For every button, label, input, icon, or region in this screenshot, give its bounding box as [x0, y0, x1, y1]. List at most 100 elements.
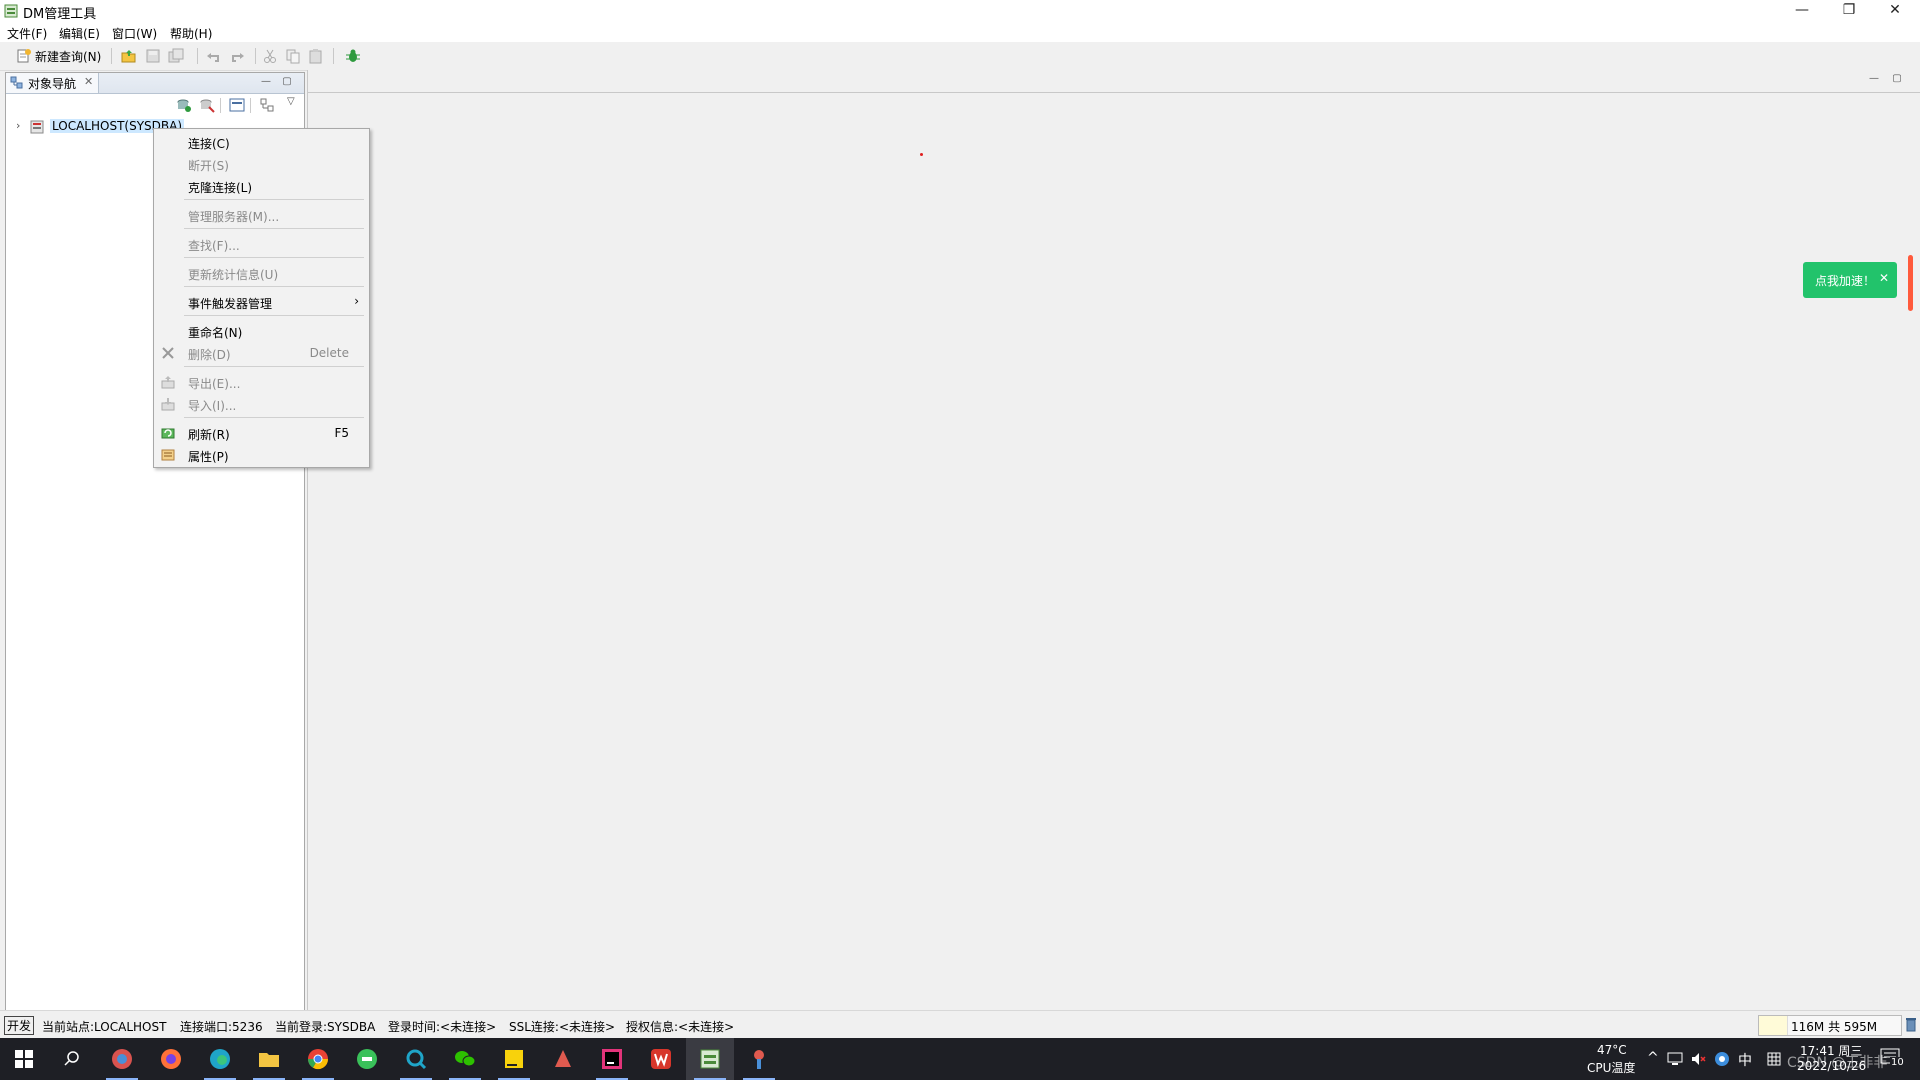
menu-window[interactable]: 窗口(W): [112, 25, 157, 42]
menu-item-import[interactable]: 导入(I)...: [154, 393, 369, 415]
memory-indicator[interactable]: 116M 共 595M: [1758, 1015, 1902, 1036]
volume-muted-icon[interactable]: [1690, 1051, 1706, 1067]
menu-item-event-trigger-manage[interactable]: 事件触发器管理 ›: [154, 291, 369, 313]
chrome-icon: [307, 1049, 329, 1070]
restore-button[interactable]: ❐: [1827, 0, 1871, 22]
accelerate-close-icon[interactable]: ✕: [1879, 271, 1889, 285]
menu-item-properties[interactable]: 属性(P): [154, 444, 369, 466]
menu-separator: [184, 257, 364, 258]
menu-item-disconnect[interactable]: 断开(S): [154, 153, 369, 175]
paste-button: [308, 47, 324, 65]
intellij-icon: [602, 1049, 622, 1069]
disconnect-icon[interactable]: [199, 97, 215, 113]
collapse-all-icon[interactable]: [259, 97, 275, 113]
toolbar-separator: [333, 48, 334, 64]
taskbar-app-green[interactable]: [343, 1038, 391, 1080]
navigator-tab-label: 对象导航: [28, 76, 77, 91]
copy-icon: [286, 49, 300, 64]
menu-item-clone-connection[interactable]: 克隆连接(L): [154, 175, 369, 197]
tab-object-navigator[interactable]: 对象导航 ✕: [6, 73, 99, 93]
menu-item-label: 删除(D): [188, 348, 231, 362]
close-window-button[interactable]: ✕: [1873, 0, 1917, 22]
accelerate-edge-tab[interactable]: [1908, 255, 1913, 311]
cut-icon: [264, 49, 276, 63]
debug-button[interactable]: [345, 47, 361, 65]
taskbar-wps[interactable]: [637, 1038, 685, 1080]
tray-expand-icon[interactable]: ^: [1647, 1050, 1659, 1066]
minimize-panel-icon[interactable]: —: [260, 77, 272, 89]
menu-help[interactable]: 帮助(H): [170, 25, 212, 42]
menu-file[interactable]: 文件(F): [7, 25, 47, 42]
menu-item-shortcut: F5: [334, 426, 349, 440]
accelerate-button[interactable]: 点我加速！ ✕: [1803, 262, 1897, 298]
ime-indicator[interactable]: 中: [1738, 1050, 1752, 1070]
minimize-button[interactable]: —: [1780, 0, 1824, 22]
menu-item-rename[interactable]: 重命名(N): [154, 320, 369, 342]
firefox-icon: [161, 1049, 181, 1069]
accelerate-label: 点我加速！: [1815, 274, 1876, 288]
taskbar-edge[interactable]: [196, 1038, 244, 1080]
menu-item-connect[interactable]: 连接(C): [154, 131, 369, 153]
taskbar-chrome[interactable]: [294, 1038, 342, 1080]
menu-item-delete[interactable]: 删除(D) Delete: [154, 342, 369, 364]
delete-x-icon: [162, 347, 174, 359]
editor-area: — ▢: [307, 70, 1920, 1010]
taskbar-app-1[interactable]: [98, 1038, 146, 1080]
navigator-tab-bar: 对象导航 ✕ — ▢: [6, 73, 304, 94]
red-app-icon: [555, 1050, 571, 1067]
maximize-panel-icon[interactable]: ▢: [281, 77, 293, 89]
windows-taskbar: 47°C CPU温度 ^ 中 17:41 周三 2022/10/26 CSDN …: [0, 1038, 1920, 1080]
taskbar-intellij[interactable]: [588, 1038, 636, 1080]
taskbar-search[interactable]: [48, 1038, 96, 1080]
taskbar-file-explorer[interactable]: [245, 1038, 293, 1080]
green-app-icon: [357, 1049, 377, 1069]
taskbar-wechat[interactable]: [441, 1038, 489, 1080]
taskbar-app-search[interactable]: [392, 1038, 440, 1080]
new-query-button[interactable]: 新建查询(N): [16, 47, 101, 65]
nav-toolbar-separator: [220, 98, 221, 113]
taskbar-sticky-notes[interactable]: [490, 1038, 538, 1080]
menu-item-label: 管理服务器(M)...: [188, 210, 280, 224]
network-icon[interactable]: [1667, 1052, 1683, 1066]
close-tab-icon[interactable]: ✕: [84, 75, 93, 88]
sticky-note-icon: [505, 1050, 523, 1068]
new-connection-icon[interactable]: [176, 97, 192, 113]
expand-chevron-icon[interactable]: ›: [16, 119, 20, 132]
taskbar-app-tool[interactable]: [735, 1038, 783, 1080]
taskbar-firefox[interactable]: [147, 1038, 195, 1080]
menu-item-refresh[interactable]: 刷新(R) F5: [154, 422, 369, 444]
menu-item-update-statistics[interactable]: 更新统计信息(U): [154, 262, 369, 284]
copy-button: [285, 47, 301, 65]
dm-manager-icon: [700, 1049, 720, 1069]
toolbar-separator: [255, 48, 256, 64]
new-query-icon: [17, 49, 31, 63]
taskbar-app-red[interactable]: [539, 1038, 587, 1080]
minimize-editor-icon[interactable]: —: [1868, 74, 1880, 86]
taskbar-dm-manager[interactable]: [686, 1038, 734, 1080]
notification-center[interactable]: 10: [1880, 1048, 1906, 1070]
menu-separator: [184, 228, 364, 229]
menu-item-label: 事件触发器管理: [188, 297, 273, 311]
gc-trash-icon[interactable]: [1905, 1017, 1917, 1032]
menu-item-label: 克隆连接(L): [188, 181, 253, 195]
menu-item-label: 断开(S): [188, 159, 229, 173]
maximize-editor-icon[interactable]: ▢: [1891, 74, 1903, 86]
keyboard-grid-icon[interactable]: [1767, 1052, 1781, 1066]
toolbar-separator: [197, 48, 198, 64]
main-toolbar: 新建查询(N): [0, 42, 1920, 71]
cloud-sync-icon[interactable]: [1714, 1051, 1730, 1067]
cpu-temperature: 47°C: [1597, 1043, 1627, 1057]
view-menu-icon[interactable]: [229, 97, 245, 113]
menu-item-export[interactable]: 导出(E)...: [154, 371, 369, 393]
view-dropdown-icon[interactable]: ▽: [287, 96, 295, 107]
export-icon: [161, 376, 175, 389]
open-button[interactable]: [121, 47, 137, 65]
menu-item-manage-server[interactable]: 管理服务器(M)...: [154, 204, 369, 226]
menu-edit[interactable]: 编辑(E): [59, 25, 100, 42]
save-icon: [146, 49, 160, 63]
start-button[interactable]: [0, 1038, 48, 1080]
menu-item-find[interactable]: 查找(F)...: [154, 233, 369, 255]
cpu-temperature-label: CPU温度: [1587, 1061, 1636, 1075]
open-folder-icon: [121, 50, 136, 63]
menu-separator: [184, 199, 364, 200]
